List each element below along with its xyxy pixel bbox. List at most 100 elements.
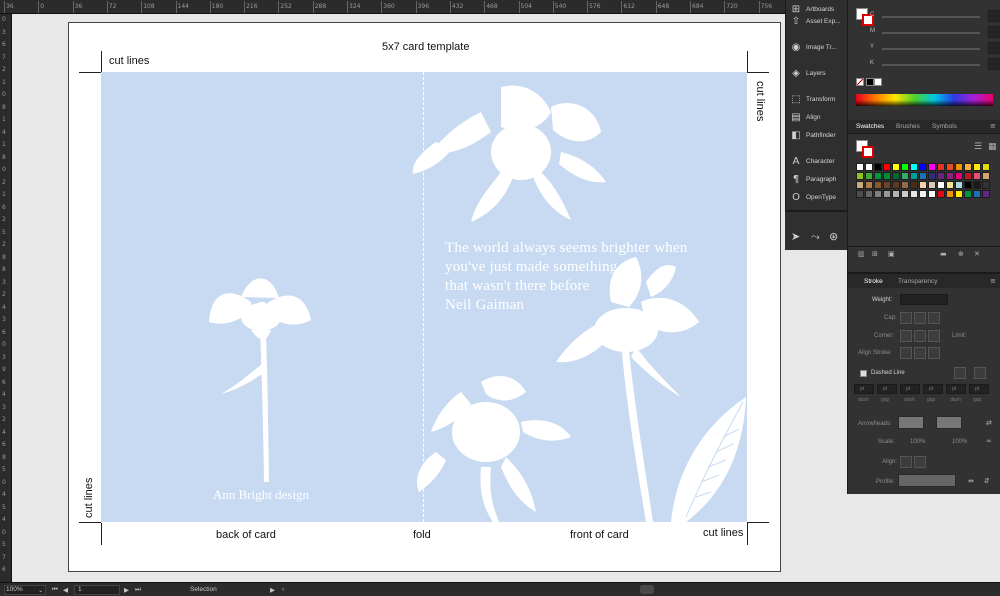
selection-arrow-icon[interactable]: ➤	[791, 230, 800, 243]
swatch[interactable]	[874, 181, 882, 189]
swatch[interactable]	[955, 181, 963, 189]
eye-dropper-icon[interactable]: ⊛	[829, 230, 838, 243]
swatch[interactable]	[964, 163, 972, 171]
swatch[interactable]	[874, 190, 882, 198]
corner-miter-button[interactable]	[900, 330, 912, 342]
stroke-panel-menu-icon[interactable]: ≡	[990, 277, 996, 285]
direct-select-icon[interactable]: ⤳	[811, 230, 820, 244]
swatch[interactable]	[910, 172, 918, 180]
swatch[interactable]	[865, 163, 873, 171]
weight-input[interactable]	[900, 294, 948, 305]
link-scale-icon[interactable]: ∞	[986, 437, 992, 445]
flip-along-icon[interactable]: ⇹	[968, 477, 974, 485]
panel-menu-icon[interactable]: ≡	[990, 122, 996, 130]
swatch[interactable]	[982, 163, 990, 171]
tab-stroke[interactable]: Stroke	[864, 278, 883, 285]
color-group-icon[interactable]: ▬	[940, 250, 947, 258]
cap-round-button[interactable]	[914, 312, 926, 324]
card-design[interactable]: The world always seems brighter when you…	[101, 72, 747, 522]
align-inside-button[interactable]	[914, 347, 926, 359]
swatch[interactable]	[937, 190, 945, 198]
swatch[interactable]	[955, 163, 963, 171]
align-center-button[interactable]	[900, 347, 912, 359]
white-swatch[interactable]	[874, 78, 882, 86]
grid-view-icon[interactable]: ▦	[988, 142, 997, 152]
tab-symbols[interactable]: Symbols	[932, 123, 957, 130]
swatch[interactable]	[901, 163, 909, 171]
swatch[interactable]	[982, 190, 990, 198]
channel-k-input[interactable]	[988, 58, 1000, 70]
last-artboard-icon[interactable]: ⏭	[135, 586, 141, 594]
swatch[interactable]	[982, 181, 990, 189]
swatch[interactable]	[856, 163, 864, 171]
channel-c-slider[interactable]	[882, 16, 980, 18]
swatch[interactable]	[856, 181, 864, 189]
swatch[interactable]	[919, 181, 927, 189]
swatch[interactable]	[865, 190, 873, 198]
scroll-left-icon[interactable]: ‹	[282, 586, 284, 593]
swatch[interactable]	[856, 190, 864, 198]
swatch[interactable]	[856, 172, 864, 180]
dash-align-corners-button[interactable]	[954, 367, 966, 379]
new-swatch-icon[interactable]: ⊕	[958, 250, 964, 258]
swatch[interactable]	[928, 181, 936, 189]
flip-across-icon[interactable]: ⇵	[984, 477, 990, 485]
zoom-dropdown-icon[interactable]: ⌄	[38, 586, 43, 594]
arrowhead-end-select[interactable]	[936, 416, 962, 429]
swatch[interactable]	[982, 172, 990, 180]
swatch[interactable]	[919, 190, 927, 198]
channel-m-slider[interactable]	[882, 32, 980, 34]
swatch[interactable]	[964, 181, 972, 189]
canvas[interactable]: 5x7 card template cut lines cut lines cu…	[12, 14, 785, 582]
delete-swatch-icon[interactable]: ✕	[974, 250, 980, 258]
tab-swatches[interactable]: Swatches	[856, 123, 884, 130]
swatch[interactable]	[946, 190, 954, 198]
horizontal-ruler[interactable]: 36 0 36 72 108 144 180 216 252 288 324 360 396 432 468…	[0, 0, 785, 14]
swatch[interactable]	[928, 172, 936, 180]
swatch[interactable]	[865, 172, 873, 180]
swatch-library-icon[interactable]: ▥	[858, 250, 865, 258]
swatch[interactable]	[892, 190, 900, 198]
swatch[interactable]	[937, 181, 945, 189]
swatch[interactable]	[883, 163, 891, 171]
cap-square-button[interactable]	[928, 312, 940, 324]
dock-item[interactable]: A Character	[786, 152, 848, 170]
channel-c-input[interactable]	[988, 10, 1000, 22]
swatch[interactable]	[964, 190, 972, 198]
next-artboard-icon[interactable]: ▶	[124, 586, 129, 594]
dock-item[interactable]: ◈ Layers	[786, 64, 848, 82]
swatch[interactable]	[973, 163, 981, 171]
channel-k-slider[interactable]	[882, 64, 980, 66]
swatch[interactable]	[874, 163, 882, 171]
arrow-align-path-button[interactable]	[914, 456, 926, 468]
dock-item[interactable]: O OpenType	[786, 188, 848, 206]
scale-end-value[interactable]: 100%	[952, 439, 967, 445]
arrowhead-start-select[interactable]	[898, 416, 924, 429]
dock-item[interactable]: ⬚ Transform	[786, 90, 848, 108]
swatch[interactable]	[910, 190, 918, 198]
swatch[interactable]	[973, 172, 981, 180]
swatch[interactable]	[892, 163, 900, 171]
dock-item[interactable]: ⇧ Asset Exp...	[786, 12, 848, 30]
cap-butt-button[interactable]	[900, 312, 912, 324]
channel-m[interactable]: M %	[870, 26, 1000, 40]
swatch[interactable]	[892, 181, 900, 189]
profile-select[interactable]	[898, 474, 956, 487]
dashed-line-checkbox[interactable]	[860, 370, 867, 377]
channel-y-slider[interactable]	[882, 48, 980, 50]
corner-round-button[interactable]	[914, 330, 926, 342]
swatch[interactable]	[901, 172, 909, 180]
swatch[interactable]	[955, 190, 963, 198]
swatch[interactable]	[928, 190, 936, 198]
swatch-kind-icon[interactable]: ⊞	[872, 250, 878, 258]
tab-brushes[interactable]: Brushes	[896, 123, 920, 130]
swatch[interactable]	[892, 172, 900, 180]
horizontal-scroll-thumb[interactable]	[640, 585, 654, 594]
channel-y[interactable]: Y %	[870, 42, 1000, 56]
swatch[interactable]	[937, 172, 945, 180]
swatch[interactable]	[865, 181, 873, 189]
swatch-fill-stroke[interactable]	[856, 140, 874, 158]
swatch[interactable]	[919, 172, 927, 180]
first-artboard-icon[interactable]: ⏮	[52, 586, 58, 594]
swatch[interactable]	[928, 163, 936, 171]
